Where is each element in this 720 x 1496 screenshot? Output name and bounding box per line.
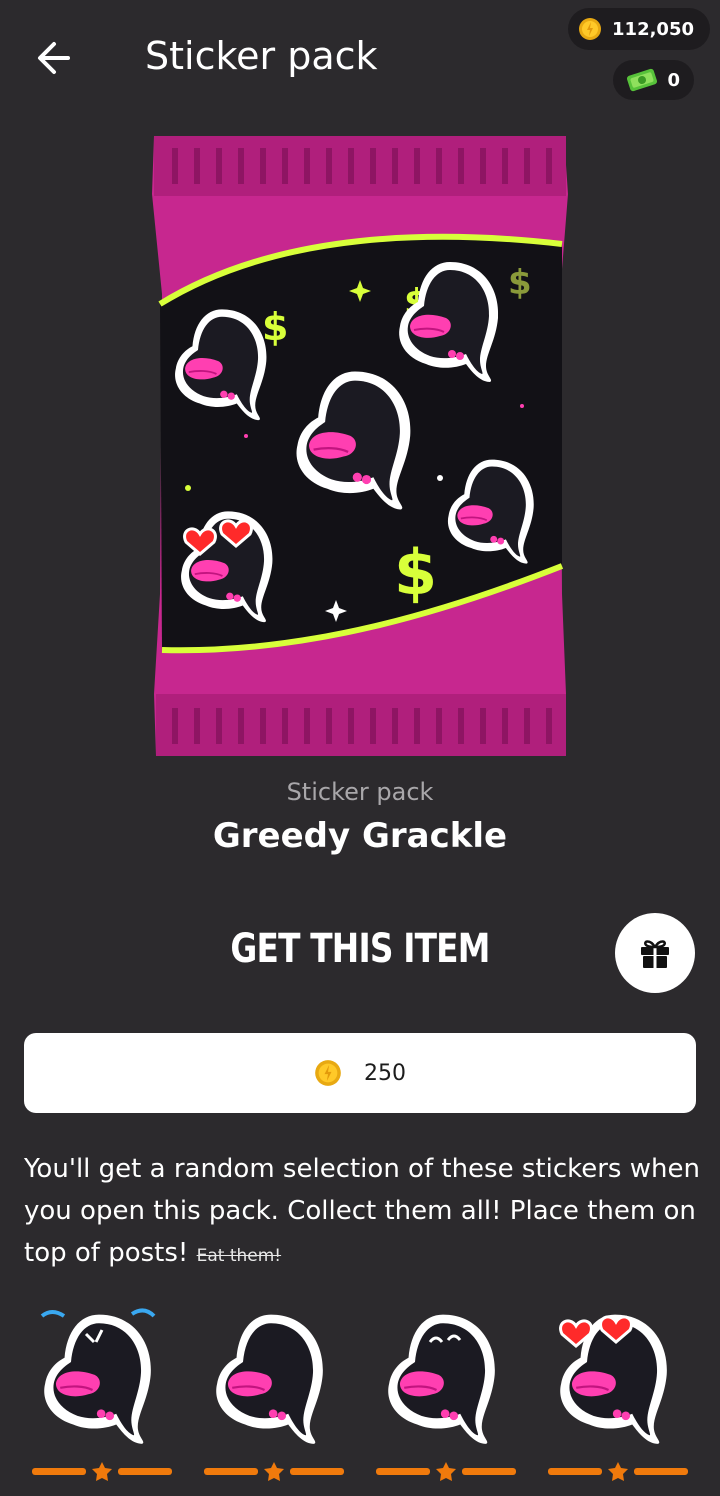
coin-balance-value: 112,050 xyxy=(612,18,694,40)
page-title: Sticker pack xyxy=(145,34,378,78)
coin-balance[interactable]: 112,050 xyxy=(568,8,710,50)
plain-grackle-image xyxy=(215,1313,324,1445)
gift-button[interactable] xyxy=(615,913,695,993)
cash-balance[interactable]: 0 xyxy=(613,60,694,100)
arrow-left-icon xyxy=(38,42,70,74)
cash-icon xyxy=(627,68,658,92)
price-value: 250 xyxy=(364,1060,406,1086)
happy-grackle-image xyxy=(387,1313,496,1445)
pack-description: You'll get a random selection of these s… xyxy=(24,1148,704,1277)
coin-icon xyxy=(315,1060,341,1086)
description-struck-text: Eat them! xyxy=(196,1246,282,1266)
sticker-crying-grackle[interactable] xyxy=(32,1296,172,1486)
sticker-plain-grackle[interactable] xyxy=(204,1296,344,1486)
rarity-indicator xyxy=(548,1462,688,1481)
item-kind-label: Sticker pack xyxy=(286,778,434,806)
sticker-pack-image: $ $ $ $ $ xyxy=(150,134,570,758)
top-bar: Sticker pack 112,050 0 xyxy=(0,0,720,120)
sticker-heart-eyes-grackle[interactable] xyxy=(548,1296,688,1486)
sticker-happy-grackle[interactable] xyxy=(376,1296,516,1486)
heart-eyes-grackle-image xyxy=(559,1313,668,1445)
svg-text:$: $ xyxy=(508,263,532,303)
get-item-heading: GET THIS ITEM xyxy=(230,926,490,972)
gift-icon xyxy=(641,940,669,968)
coin-icon xyxy=(579,18,602,40)
rarity-indicator xyxy=(32,1462,172,1481)
back-button[interactable] xyxy=(30,32,82,84)
rarity-indicator xyxy=(204,1462,344,1481)
description-text: You'll get a random selection of these s… xyxy=(24,1154,700,1268)
cash-balance-value: 0 xyxy=(667,69,680,91)
svg-text:$: $ xyxy=(262,305,288,349)
buy-button[interactable]: 250 xyxy=(24,1033,696,1113)
rarity-indicator xyxy=(376,1462,516,1481)
sticker-preview-list xyxy=(0,1296,720,1496)
item-name: Greedy Grackle xyxy=(212,816,508,856)
crying-grackle-image xyxy=(40,1308,156,1445)
svg-text:$: $ xyxy=(394,536,437,609)
